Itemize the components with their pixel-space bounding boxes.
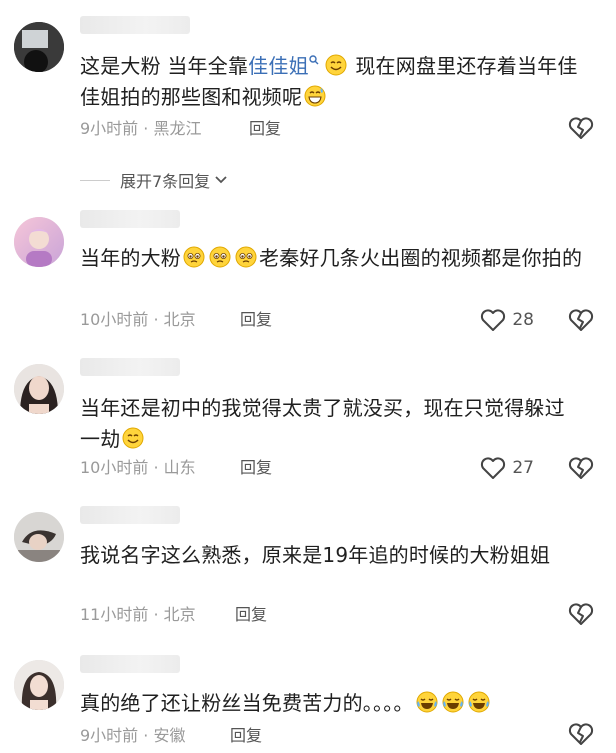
reply-button[interactable]: 回复 [235, 605, 267, 625]
comment-meta: 10小时前 · 北京 [80, 310, 196, 330]
broken-heart-icon[interactable] [568, 308, 594, 332]
broken-heart-icon[interactable] [568, 116, 594, 140]
comment-text-part: 当年的大粉 [80, 246, 181, 270]
broken-heart-icon[interactable] [568, 722, 594, 746]
avatar-image [14, 660, 64, 710]
like-button[interactable]: 28 [480, 308, 534, 332]
reply-button[interactable]: 回复 [240, 310, 272, 330]
comment-time: 10小时前 [80, 458, 149, 477]
comment-text-part: 真的绝了还让粉丝当免费苦力的。。。。 [80, 691, 414, 715]
tears-of-joy-emoji-icon [442, 691, 464, 713]
avatar-image [14, 364, 64, 414]
meta-separator: · [143, 119, 149, 138]
reply-button[interactable]: 回复 [230, 726, 262, 746]
meta-separator: · [153, 458, 159, 477]
comment-time: 11小时前 [80, 605, 149, 624]
smiling-face-emoji-icon [122, 427, 144, 449]
comment-text: 我说名字这么熟悉，原来是19年追的时候的大粉姐姐 [80, 540, 592, 571]
meta-separator: · [143, 726, 149, 745]
pleading-face-emoji-icon [183, 246, 205, 268]
expand-replies-label[interactable]: 展开7条回复 [120, 168, 210, 192]
comment-text: 真的绝了还让粉丝当免费苦力的。。。。 [80, 688, 592, 719]
heart-outline-icon [481, 457, 506, 479]
avatar[interactable] [14, 217, 64, 267]
avatar-image [14, 217, 64, 267]
comment-meta: 9小时前 · 黑龙江 [80, 119, 201, 139]
comment-text: 当年还是初中的我觉得太贵了就没买，现在只觉得躲过一劫 [80, 393, 580, 455]
comment-location: 北京 [163, 310, 196, 329]
avatar-image [14, 22, 64, 72]
comment-meta: 9小时前 · 安徽 [80, 726, 185, 746]
comment-location: 北京 [163, 605, 196, 624]
comment-text-part: 我说名字这么熟悉，原来是19年追的时候的大粉姐姐 [80, 543, 551, 567]
expand-replies-button[interactable]: 展开7条回复 [80, 168, 228, 192]
username-redacted[interactable] [80, 210, 180, 228]
meta-separator: · [153, 605, 159, 624]
smiling-face-emoji-icon [325, 54, 347, 76]
tears-of-joy-emoji-icon [416, 691, 438, 713]
reply-button[interactable]: 回复 [240, 458, 272, 478]
pleading-face-emoji-icon [235, 246, 257, 268]
like-count: 28 [512, 310, 534, 330]
tears-of-joy-emoji-icon [468, 691, 490, 713]
avatar-image [14, 512, 64, 562]
comment-time: 9小时前 [80, 726, 139, 745]
avatar[interactable] [14, 512, 64, 562]
avatar[interactable] [14, 364, 64, 414]
comment-location: 山东 [163, 458, 196, 477]
like-count: 27 [512, 458, 534, 478]
meta-separator: · [153, 310, 159, 329]
mention-name[interactable]: 佳佳姐 [248, 54, 309, 78]
comment-time: 9小时前 [80, 119, 139, 138]
heart-outline-icon [481, 309, 506, 331]
mention-link[interactable]: 佳佳姐 [248, 54, 323, 78]
comment-location: 黑龙江 [153, 119, 202, 138]
avatar[interactable] [14, 660, 64, 710]
reply-button[interactable]: 回复 [249, 119, 281, 139]
comment-meta: 11小时前 · 北京 [80, 605, 196, 625]
username-redacted[interactable] [80, 16, 190, 34]
comment-text-part: 老秦好几条火出圈的视频都是你拍的 [259, 246, 583, 270]
comment-text: 当年的大粉 老秦好几条火出圈的视频都是你拍的 [80, 243, 592, 274]
comment-text-part: 当年还是初中的我觉得太贵了就没买，现在只觉得躲过一劫 [80, 396, 565, 451]
comment-text-part: 这是大粉 当年全靠 [80, 54, 249, 78]
divider-line [80, 179, 110, 181]
broken-heart-icon[interactable] [568, 602, 594, 626]
comment-meta: 10小时前 · 山东 [80, 458, 196, 478]
username-redacted[interactable] [80, 506, 180, 524]
avatar[interactable] [14, 22, 64, 72]
broken-heart-icon[interactable] [568, 456, 594, 480]
grinning-sweat-emoji-icon [304, 85, 326, 107]
chevron-down-icon [215, 176, 227, 184]
pleading-face-emoji-icon [209, 246, 231, 268]
comment-text: 这是大粉 当年全靠佳佳姐 现在网盘里还存着当年佳佳姐拍的那些图和视频呢 [80, 51, 592, 113]
like-button[interactable]: 27 [480, 456, 534, 480]
search-icon [309, 55, 319, 65]
username-redacted[interactable] [80, 655, 180, 673]
comment-time: 10小时前 [80, 310, 149, 329]
comment-location: 安徽 [153, 726, 186, 745]
username-redacted[interactable] [80, 358, 180, 376]
